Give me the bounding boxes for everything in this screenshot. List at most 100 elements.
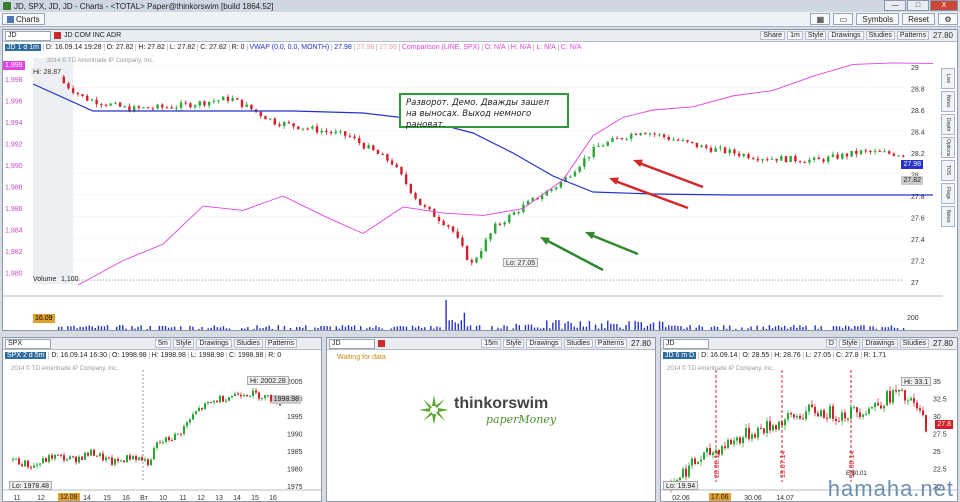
candle-body	[240, 394, 242, 397]
drawings-button[interactable]: Drawings	[862, 339, 898, 348]
studies-button[interactable]: Studies	[899, 339, 929, 348]
candle-body	[93, 449, 95, 456]
style-button[interactable]: Style	[502, 339, 525, 348]
aggregation-button[interactable]: 5m	[155, 339, 171, 348]
candle-body	[132, 456, 134, 460]
right-axis-tick: 28.4	[911, 130, 925, 137]
volume-bar	[58, 326, 60, 330]
candle-body	[292, 123, 295, 127]
aggregation-button[interactable]: 1m	[787, 31, 803, 40]
settings-icon[interactable]: ⚙	[938, 13, 958, 25]
patterns-button[interactable]: Patterns	[594, 339, 627, 348]
date-tag: 16.09	[33, 314, 55, 323]
volume-bar	[683, 328, 685, 330]
link-icon[interactable]	[378, 340, 385, 347]
last-price-tag: 1998.98	[271, 395, 301, 404]
aggregation-button[interactable]: D	[825, 339, 837, 348]
candle-body	[724, 446, 726, 449]
side-tab[interactable]: TOS	[941, 160, 955, 181]
style-button[interactable]: Style	[838, 339, 861, 348]
share-button[interactable]: Share	[760, 31, 786, 40]
side-tab[interactable]: News	[941, 206, 955, 227]
side-tab[interactable]: Live	[941, 68, 955, 89]
candle-body	[159, 442, 161, 444]
studies-button[interactable]: Studies	[865, 31, 895, 40]
layout-icon[interactable]: ▭	[833, 13, 854, 25]
side-tab[interactable]: Depth	[941, 114, 955, 135]
chart-settings-tag[interactable]: SPX 2 d 5m	[5, 351, 47, 359]
style-button[interactable]: Style	[172, 339, 195, 348]
candle-body	[772, 425, 774, 431]
volume-bar	[820, 326, 822, 330]
studies-button[interactable]: Studies	[233, 339, 263, 348]
minimize-button[interactable]: —	[884, 0, 906, 11]
status-value: O: 28.55	[739, 351, 771, 359]
right-axis-tick: 1980	[287, 467, 303, 474]
candle-body	[667, 137, 670, 140]
candle-body	[386, 154, 389, 161]
candle-body	[142, 107, 145, 109]
time-axis-tick: 15	[103, 495, 111, 502]
candle-body	[237, 393, 239, 395]
candle-body	[796, 415, 798, 418]
drawings-button[interactable]: Drawings	[828, 31, 864, 40]
side-tab[interactable]: News	[941, 91, 955, 112]
volume-bar	[674, 325, 676, 330]
patterns-button[interactable]: Patterns	[264, 339, 297, 348]
side-tab[interactable]: Options	[941, 137, 955, 158]
patterns-button[interactable]: Patterns	[896, 31, 929, 40]
volume-bar	[512, 328, 514, 330]
candle-body	[339, 131, 342, 133]
vwap-price-tag: 27.98	[901, 160, 923, 169]
studies-button[interactable]: Studies	[563, 339, 593, 348]
charts-menu-button[interactable]: Charts	[2, 13, 45, 25]
candle-body	[910, 398, 912, 401]
candle-body	[790, 413, 792, 415]
symbol-input[interactable]: JD	[5, 30, 51, 41]
candle-body	[512, 212, 516, 215]
maximize-button[interactable]: □	[907, 0, 929, 11]
time-axis-tick: 12	[37, 495, 45, 502]
candle-body	[153, 448, 155, 460]
candle-body	[868, 408, 870, 414]
volume-bar	[527, 324, 530, 330]
aggregation-button[interactable]: 15m	[481, 339, 501, 348]
symbols-button[interactable]: Symbols	[856, 13, 900, 25]
candle-body	[892, 153, 896, 156]
volume-bar	[88, 325, 90, 330]
volume-bar	[360, 326, 362, 330]
volume-bar	[256, 325, 258, 330]
candle-body	[672, 139, 675, 141]
drawings-button[interactable]: Drawings	[526, 339, 562, 348]
symbol-input[interactable]: JD	[663, 338, 709, 349]
candle-body	[880, 405, 882, 409]
drawings-button[interactable]: Drawings	[196, 339, 232, 348]
reset-button[interactable]: Reset	[902, 13, 935, 25]
candle-body	[681, 140, 685, 142]
annotation-note[interactable]: Разворот. Демо. Дважды зашел на выносах.…	[399, 93, 569, 130]
style-button[interactable]: Style	[804, 31, 827, 40]
volume-bar	[140, 325, 142, 330]
candle-body	[706, 448, 708, 453]
candle-body	[236, 98, 239, 100]
symbol-input[interactable]: JD	[329, 338, 375, 349]
candle-body	[925, 415, 927, 432]
chart-settings-tag[interactable]: JD 1 d 1m	[5, 43, 41, 51]
right-axis-tick: 27	[911, 280, 919, 287]
volume-bar	[463, 312, 466, 330]
symbol-input[interactable]: SPX	[5, 338, 51, 349]
close-button[interactable]: X	[930, 0, 958, 11]
volume-bar	[555, 320, 557, 330]
grid-layout-icon[interactable]: ▦	[810, 13, 831, 25]
side-tab[interactable]: Flags	[941, 183, 955, 204]
link-icon[interactable]	[54, 32, 61, 39]
volume-bar	[497, 327, 499, 330]
volume-bar	[887, 327, 890, 330]
volume-bar	[500, 328, 502, 330]
volume-bar	[222, 326, 225, 330]
volume-bar	[79, 326, 81, 330]
volume-bar	[722, 325, 725, 330]
left-axis-tick: 1,998	[5, 77, 23, 84]
chart-settings-tag[interactable]: JD 6 m D	[663, 351, 697, 359]
volume-bar	[506, 326, 508, 330]
